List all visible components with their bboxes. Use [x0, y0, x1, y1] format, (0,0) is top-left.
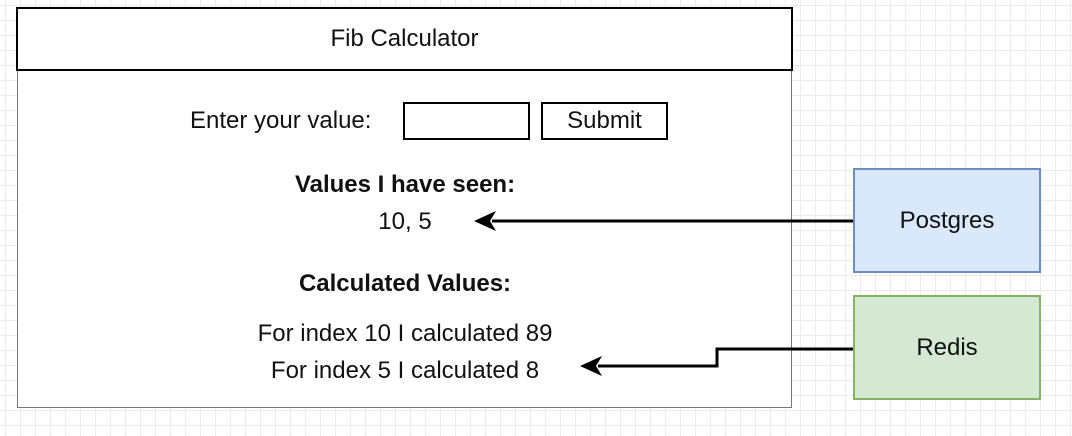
postgres-label: Postgres	[899, 206, 995, 234]
postgres-box: Postgres	[853, 168, 1041, 273]
postgres-to-seen-arrow	[474, 211, 853, 231]
redis-to-calculated-arrow	[580, 347, 853, 376]
redis-label: Redis	[916, 333, 978, 361]
redis-box: Redis	[853, 295, 1041, 400]
